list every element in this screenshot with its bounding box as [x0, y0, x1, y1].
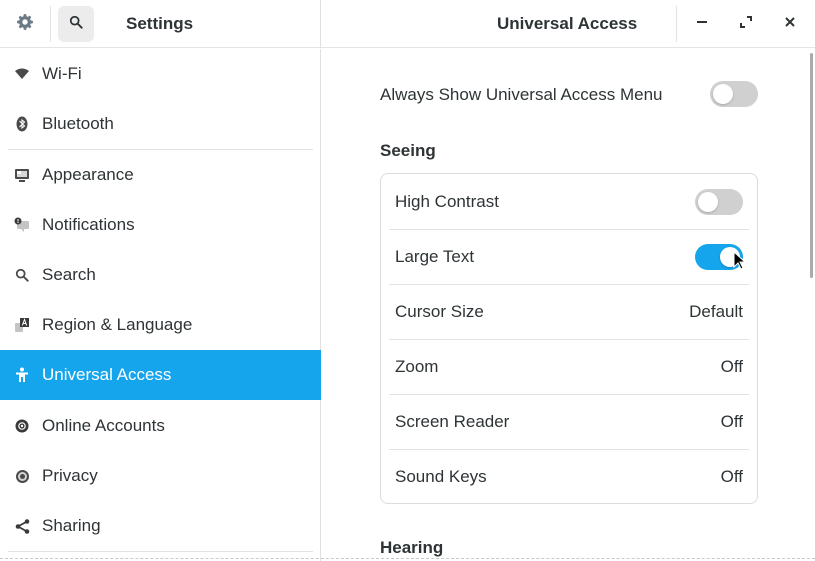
mouse-cursor-icon [733, 250, 747, 271]
seeing-list: High Contrast Large Text Cursor Size Def… [380, 173, 758, 504]
appearance-icon [14, 167, 30, 183]
wifi-icon [14, 66, 30, 82]
app-title: Settings [126, 14, 194, 33]
sound-keys-row[interactable]: Sound Keys Off [381, 449, 757, 503]
online-accounts-icon [14, 418, 30, 434]
sidebar-item-notifications[interactable]: Notifications [0, 200, 321, 250]
window-bottom-edge [0, 558, 815, 559]
header-left: Settings [0, 0, 321, 48]
row-value: Off [720, 467, 743, 486]
sidebar-item-label: Privacy [42, 466, 98, 485]
gear-icon [16, 13, 34, 36]
search-button[interactable] [58, 6, 94, 42]
always-show-menu-label: Always Show Universal Access Menu [380, 85, 663, 104]
settings-window: Settings Universal Access Wi-Fi Bluetoot… [0, 0, 815, 561]
row-label: Zoom [395, 357, 439, 376]
row-label: High Contrast [395, 192, 499, 211]
row-value: Default [689, 302, 743, 321]
close-icon [784, 15, 796, 33]
sidebar-item-wifi[interactable]: Wi-Fi [0, 49, 321, 99]
row-label: Cursor Size [395, 302, 484, 321]
always-show-menu-switch[interactable] [710, 81, 758, 107]
sidebar-divider [8, 551, 313, 552]
header-separator [676, 6, 677, 42]
section-title-seeing: Seeing [380, 141, 436, 160]
row-label: Sound Keys [395, 467, 487, 486]
sidebar-item-bluetooth[interactable]: Bluetooth [0, 99, 321, 149]
sidebar-item-label: Search [42, 265, 96, 284]
section-title-hearing: Hearing [380, 538, 444, 557]
high-contrast-row[interactable]: High Contrast [381, 174, 757, 229]
screen-reader-row[interactable]: Screen Reader Off [381, 394, 757, 449]
header-separator [50, 6, 51, 42]
sidebar: Wi-Fi Bluetooth Appearance Notifications [0, 49, 321, 561]
switch-knob [713, 84, 733, 104]
large-text-row[interactable]: Large Text [381, 229, 757, 284]
minimize-icon [696, 15, 708, 33]
row-label: Large Text [395, 247, 475, 266]
high-contrast-switch[interactable] [695, 189, 743, 215]
sidebar-item-region-language[interactable]: Region & Language [0, 300, 321, 350]
minimize-button[interactable] [688, 10, 716, 38]
sidebar-item-label: Universal Access [42, 365, 172, 384]
close-button[interactable] [776, 10, 804, 38]
sidebar-item-appearance[interactable]: Appearance [0, 150, 321, 200]
search-icon [69, 15, 83, 34]
region-language-icon [14, 317, 30, 333]
row-label: Screen Reader [395, 412, 510, 431]
header-bar: Settings Universal Access [0, 0, 815, 48]
sidebar-item-label: Online Accounts [42, 416, 165, 435]
row-value: Off [720, 412, 743, 431]
sidebar-item-label: Region & Language [42, 315, 193, 334]
sidebar-item-label: Sharing [42, 516, 101, 535]
sidebar-item-label: Appearance [42, 165, 134, 184]
sidebar-item-online-accounts[interactable]: Online Accounts [0, 401, 321, 451]
bluetooth-icon [14, 116, 30, 132]
universal-access-icon [14, 367, 30, 383]
cursor-size-row[interactable]: Cursor Size Default [381, 284, 757, 339]
sharing-icon [14, 518, 30, 534]
maximize-icon [740, 15, 752, 33]
always-show-menu-row: Always Show Universal Access Menu [380, 73, 758, 115]
sidebar-item-sharing[interactable]: Sharing [0, 501, 321, 551]
row-value: Off [720, 357, 743, 376]
sidebar-item-label: Wi-Fi [42, 64, 82, 83]
menu-button[interactable] [10, 10, 40, 38]
zoom-row[interactable]: Zoom Off [381, 339, 757, 394]
sidebar-item-universal-access[interactable]: Universal Access [0, 350, 321, 400]
content-panel: Always Show Universal Access Menu Seeing… [322, 49, 815, 561]
sidebar-item-privacy[interactable]: Privacy [0, 451, 321, 501]
notifications-icon [14, 217, 30, 233]
sidebar-item-search[interactable]: Search [0, 250, 321, 300]
page-title: Universal Access [497, 14, 638, 33]
maximize-button[interactable] [732, 10, 760, 38]
privacy-icon [14, 468, 30, 484]
search-icon [14, 267, 30, 283]
sidebar-item-label: Bluetooth [42, 114, 114, 133]
content-scrollbar[interactable] [810, 53, 813, 278]
switch-knob [698, 192, 718, 212]
sidebar-item-label: Notifications [42, 215, 135, 234]
